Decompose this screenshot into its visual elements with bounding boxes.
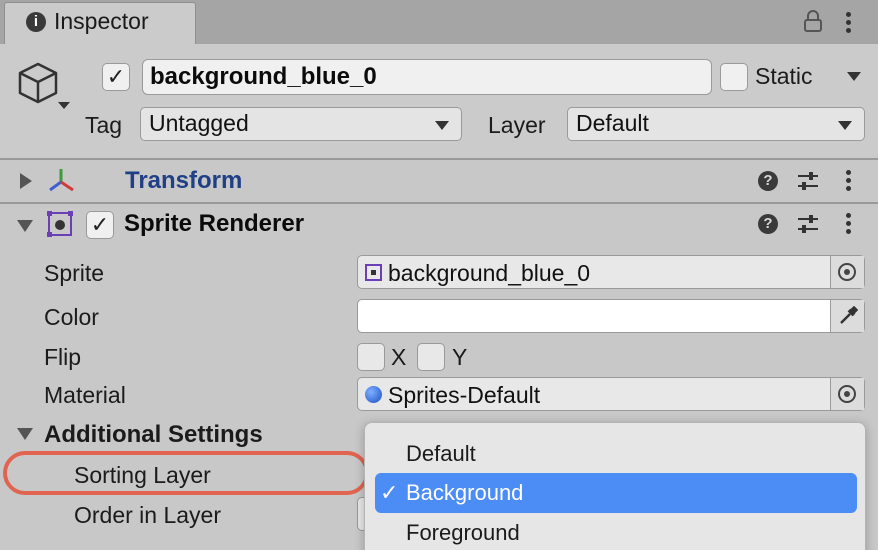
eyedropper-icon xyxy=(840,306,858,324)
option-label: Default xyxy=(406,441,476,466)
sorting-layer-popup: Default ✓ Background Foreground xyxy=(364,422,866,550)
material-value: Sprites-Default xyxy=(388,382,541,408)
popup-option-background[interactable]: ✓ Background xyxy=(375,473,857,513)
component-menu-icon[interactable] xyxy=(845,213,851,235)
static-dropdown-icon[interactable] xyxy=(847,72,861,81)
flip-x-label: X xyxy=(391,344,407,370)
lock-icon[interactable] xyxy=(803,10,823,32)
layer-label: Layer xyxy=(488,112,546,138)
sprite-field[interactable]: background_blue_0 xyxy=(357,255,865,289)
chevron-down-icon xyxy=(435,121,449,130)
static-checkbox[interactable] xyxy=(720,63,748,91)
material-label: Material xyxy=(44,382,126,408)
layer-dropdown[interactable]: Default xyxy=(567,107,865,141)
tag-value: Untagged xyxy=(149,110,249,136)
sprite-renderer-icon xyxy=(47,211,73,237)
layer-value: Default xyxy=(576,110,649,136)
foldout-expanded-icon[interactable] xyxy=(17,220,33,232)
popup-option-default[interactable]: Default xyxy=(365,434,865,474)
object-name-input[interactable]: background_blue_0 xyxy=(142,59,712,95)
order-in-layer-label: Order in Layer xyxy=(74,502,222,528)
sprite-value: background_blue_0 xyxy=(388,260,591,286)
object-picker-icon xyxy=(838,385,856,403)
sprite-renderer-enabled-checkbox[interactable]: ✓ xyxy=(86,211,114,239)
material-sphere-icon xyxy=(365,386,382,403)
object-picker-button[interactable] xyxy=(830,256,864,288)
chevron-down-icon xyxy=(838,121,852,130)
object-picker-icon xyxy=(838,263,856,281)
additional-settings-title[interactable]: Additional Settings xyxy=(44,421,263,449)
popup-option-foreground[interactable]: Foreground xyxy=(365,513,865,550)
option-label: Foreground xyxy=(406,520,520,545)
sprite-label: Sprite xyxy=(44,260,105,286)
additional-settings-foldout-icon[interactable] xyxy=(17,428,33,440)
color-swatch-field[interactable] xyxy=(357,299,865,333)
tag-label: Tag xyxy=(85,112,123,138)
help-icon[interactable]: ? xyxy=(758,171,778,191)
transform-title: Transform xyxy=(125,167,243,194)
flip-y-checkbox[interactable] xyxy=(417,343,445,371)
flip-y-label: Y xyxy=(452,344,468,370)
option-label: Background xyxy=(406,480,524,505)
checkmark-icon: ✓ xyxy=(380,480,399,505)
transform-axes-icon xyxy=(49,169,74,192)
static-label: Static xyxy=(755,63,813,89)
foldout-collapsed-icon[interactable] xyxy=(20,173,32,189)
gameobject-cube-icon[interactable] xyxy=(18,60,74,116)
component-menu-icon[interactable] xyxy=(845,170,851,192)
info-icon: i xyxy=(26,12,46,32)
tab-menu-icon[interactable] xyxy=(845,12,851,34)
color-label: Color xyxy=(44,304,99,330)
object-picker-button[interactable] xyxy=(830,378,864,410)
tab-label: Inspector xyxy=(54,8,149,34)
active-checkbox[interactable]: ✓ xyxy=(102,63,130,91)
help-icon[interactable]: ? xyxy=(758,214,778,234)
presets-sliders-icon[interactable] xyxy=(796,170,820,192)
sprite-renderer-title: Sprite Renderer xyxy=(124,210,305,237)
presets-sliders-icon[interactable] xyxy=(796,213,820,235)
tag-dropdown[interactable]: Untagged xyxy=(140,107,462,141)
flip-x-checkbox[interactable] xyxy=(357,343,385,371)
eyedropper-button[interactable] xyxy=(830,300,864,332)
flip-label: Flip xyxy=(44,344,82,370)
highlight-annotation xyxy=(3,451,369,495)
sprite-asset-icon xyxy=(365,264,382,281)
material-field[interactable]: Sprites-Default xyxy=(357,377,865,411)
